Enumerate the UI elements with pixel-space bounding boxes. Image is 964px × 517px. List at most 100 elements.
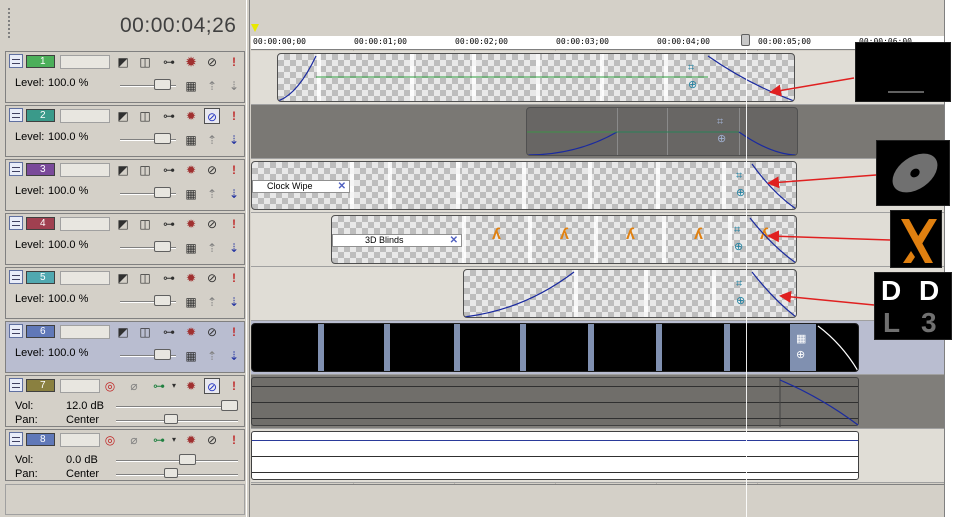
track-lane-4[interactable]: 3D Blinds ✕ ʎ ʎ ʎ ʎ ʎ ⌗ ⊕ bbox=[251, 213, 944, 267]
crop-icon[interactable]: ⌗ bbox=[736, 278, 742, 291]
video-event[interactable]: Clock Wipe ✕ ⌗ ⊕ bbox=[251, 161, 797, 210]
envelope-curves[interactable] bbox=[252, 378, 860, 427]
level-slider-thumb[interactable] bbox=[154, 187, 171, 198]
playhead-line[interactable] bbox=[746, 50, 747, 517]
level-slider-thumb[interactable] bbox=[154, 295, 171, 306]
track-motion-icon[interactable]: ⊶ bbox=[161, 324, 177, 340]
invert-phase-icon[interactable]: ⌀ bbox=[126, 432, 142, 448]
track-motion-icon[interactable]: ⊶ bbox=[161, 162, 177, 178]
pan-crop-icon[interactable]: ⊕ bbox=[736, 186, 745, 199]
track-name-field[interactable] bbox=[60, 379, 100, 393]
track-name-field[interactable] bbox=[60, 271, 110, 285]
vol-slider-track[interactable] bbox=[116, 406, 238, 408]
film-strip-icon[interactable]: ▦ bbox=[183, 186, 199, 202]
track-fx-icon[interactable]: ✹ bbox=[183, 162, 199, 178]
track-motion-icon[interactable]: ⊶ bbox=[161, 54, 177, 70]
track-lane-2[interactable]: ⌗ ⊕ bbox=[251, 105, 944, 159]
audio-event[interactable] bbox=[251, 377, 860, 427]
parent-motion-icon[interactable]: ◫ bbox=[137, 108, 153, 124]
envelope-curves[interactable] bbox=[464, 270, 797, 318]
arrow-up-icon[interactable]: ⇡ bbox=[204, 132, 220, 148]
track-fx-icon[interactable]: ✹ bbox=[183, 378, 199, 394]
arrow-down-icon[interactable]: ⇣ bbox=[226, 240, 242, 256]
track-collapse-icon[interactable] bbox=[9, 432, 23, 446]
track-name-field[interactable] bbox=[60, 55, 110, 69]
film-strip-icon[interactable]: ▦ bbox=[183, 240, 199, 256]
track-lane-5[interactable]: ⌗ ⊕ bbox=[251, 267, 944, 321]
track-header-1[interactable]: 1 ◩ ◫ ⊶ ✹ ⊘ ! Level: 100.0 % ▦ ⇡ ⇣ bbox=[5, 51, 245, 103]
chevron-down-icon[interactable]: ▾ bbox=[166, 432, 182, 448]
time-ruler[interactable]: 00:00:00;00 00:00:01;00 00:00:02;00 00:0… bbox=[251, 36, 944, 50]
drag-grip[interactable] bbox=[8, 8, 13, 38]
envelope-curves[interactable] bbox=[252, 162, 797, 210]
track-lane-1[interactable]: ⌗ ⊕ bbox=[251, 51, 944, 105]
solo-icon[interactable]: ! bbox=[226, 162, 242, 178]
compositing-mode-icon[interactable]: ◩ bbox=[115, 54, 131, 70]
invert-phase-icon[interactable]: ⌀ bbox=[126, 378, 142, 394]
track-name-field[interactable] bbox=[60, 109, 110, 123]
track-collapse-icon[interactable] bbox=[9, 378, 23, 392]
arrow-up-icon[interactable]: ⇡ bbox=[204, 78, 220, 94]
video-event[interactable]: ⌗ ⊕ bbox=[526, 107, 798, 156]
track-collapse-icon[interactable] bbox=[9, 270, 23, 284]
pan-crop-icon[interactable]: ⊕ bbox=[688, 78, 697, 91]
crop-icon[interactable]: ⌗ bbox=[688, 62, 694, 75]
pan-crop-icon[interactable]: ⊕ bbox=[717, 132, 726, 145]
audio-event[interactable] bbox=[251, 431, 859, 480]
pan-slider-thumb[interactable] bbox=[164, 414, 178, 424]
arrow-up-icon[interactable]: ⇡ bbox=[204, 240, 220, 256]
compositing-mode-icon[interactable]: ◩ bbox=[115, 270, 131, 286]
parent-motion-icon[interactable]: ◫ bbox=[137, 54, 153, 70]
track-header-splitter[interactable] bbox=[246, 0, 250, 517]
mute-icon[interactable]: ⊘ bbox=[204, 270, 220, 286]
video-event[interactable]: 3D Blinds ✕ ʎ ʎ ʎ ʎ ʎ ⌗ ⊕ bbox=[331, 215, 797, 264]
track-motion-icon[interactable]: ⊶ bbox=[161, 108, 177, 124]
solo-icon[interactable]: ! bbox=[226, 432, 242, 448]
track-name-field[interactable] bbox=[60, 217, 110, 231]
track-fx-icon[interactable]: ✹ bbox=[183, 216, 199, 232]
compositing-mode-icon[interactable]: ◩ bbox=[115, 324, 131, 340]
track-header-4[interactable]: 4 ◩ ◫ ⊶ ✹ ⊘ ! Level: 100.0 % ▦ ⇡ ⇣ bbox=[5, 213, 245, 265]
parent-motion-icon[interactable]: ◫ bbox=[137, 270, 153, 286]
compositing-mode-icon[interactable]: ◩ bbox=[115, 162, 131, 178]
parent-motion-icon[interactable]: ◫ bbox=[137, 162, 153, 178]
film-strip-icon[interactable]: ▦ bbox=[183, 132, 199, 148]
playhead-handle[interactable] bbox=[741, 34, 750, 46]
track-lane-8[interactable] bbox=[251, 429, 944, 483]
mute-icon[interactable]: ⊘ bbox=[204, 378, 220, 394]
track-header-7[interactable]: 7 ◎ ⌀ ⊶ ▾ ✹ ⊘ ! Vol: 12.0 dB Pan: Center bbox=[5, 375, 245, 427]
solo-icon[interactable]: ! bbox=[226, 270, 242, 286]
envelope-curves[interactable] bbox=[527, 108, 798, 156]
track-motion-icon[interactable]: ⊶ bbox=[161, 270, 177, 286]
track-motion-icon[interactable]: ⊶ bbox=[161, 216, 177, 232]
track-name-field[interactable] bbox=[60, 325, 110, 339]
arrow-up-icon[interactable]: ⇡ bbox=[204, 186, 220, 202]
film-strip-icon[interactable]: ▦ bbox=[183, 294, 199, 310]
arm-record-icon[interactable]: ◎ bbox=[102, 432, 118, 448]
envelope-curves[interactable] bbox=[278, 54, 795, 102]
parent-motion-icon[interactable]: ◫ bbox=[137, 216, 153, 232]
track-header-2[interactable]: 2 ◩ ◫ ⊶ ✹ ⊘ ! Level: 100.0 % ▦ ⇡ ⇣ bbox=[5, 105, 245, 157]
pan-crop-icon[interactable]: ⊕ bbox=[736, 294, 745, 307]
track-fx-icon[interactable]: ✹ bbox=[183, 54, 199, 70]
track-header-6[interactable]: 6 ◩ ◫ ⊶ ✹ ⊘ ! Level: 100.0 % ▦ ⇡ ⇣ bbox=[5, 321, 245, 373]
crop-icon[interactable]: ⌗ bbox=[736, 170, 742, 183]
arrow-down-icon[interactable]: ⇣ bbox=[226, 294, 242, 310]
level-slider-thumb[interactable] bbox=[154, 79, 171, 90]
mute-icon[interactable]: ⊘ bbox=[204, 54, 220, 70]
vol-slider-thumb[interactable] bbox=[221, 400, 238, 411]
track-fx-icon[interactable]: ⊶ bbox=[151, 432, 167, 448]
track-name-field[interactable] bbox=[60, 433, 100, 447]
track-fx-icon[interactable]: ⊶ bbox=[151, 378, 167, 394]
video-event[interactable]: ▦ ⊕ bbox=[251, 323, 859, 372]
track-fx-icon[interactable]: ✹ bbox=[183, 432, 199, 448]
arrow-down-icon[interactable]: ⇣ bbox=[226, 78, 242, 94]
solo-icon[interactable]: ! bbox=[226, 216, 242, 232]
level-slider-thumb[interactable] bbox=[154, 241, 171, 252]
track-header-8[interactable]: 8 ◎ ⌀ ⊶ ▾ ✹ ⊘ ! Vol: 0.0 dB Pan: Center bbox=[5, 429, 245, 481]
track-lane-6[interactable]: ▦ ⊕ bbox=[251, 321, 944, 375]
solo-icon[interactable]: ! bbox=[226, 108, 242, 124]
level-slider-thumb[interactable] bbox=[154, 133, 171, 144]
parent-motion-icon[interactable]: ◫ bbox=[137, 324, 153, 340]
track-fx-icon[interactable]: ✹ bbox=[183, 270, 199, 286]
